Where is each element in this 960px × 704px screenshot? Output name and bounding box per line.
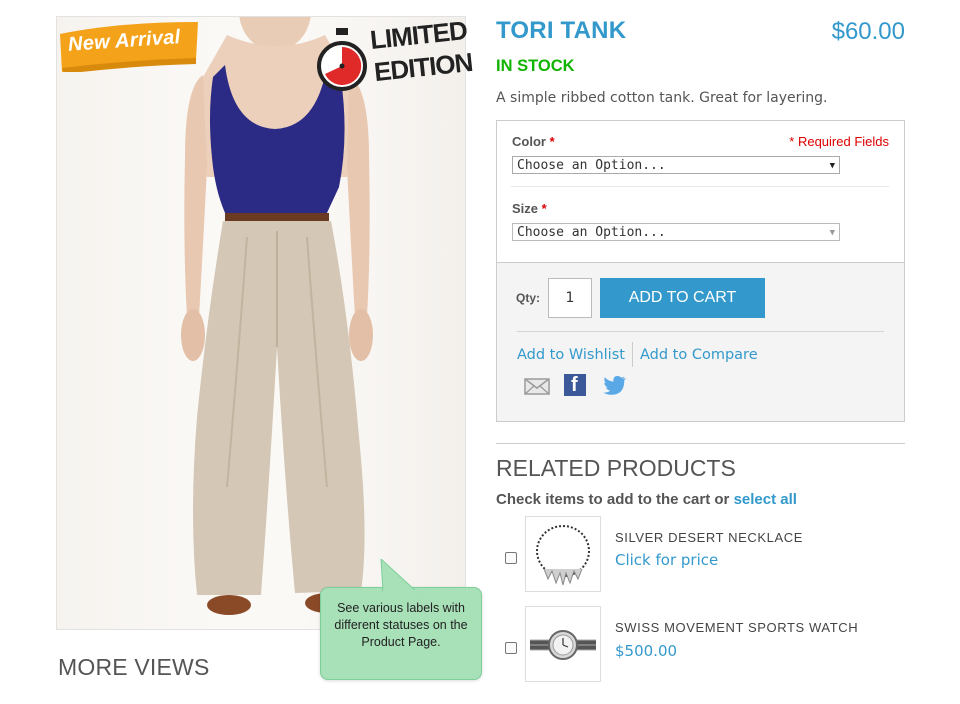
color-select-value: Choose an Option...: [517, 158, 666, 173]
related-item-name[interactable]: SWISS MOVEMENT SPORTS WATCH: [615, 620, 858, 635]
product-title: TORI TANK: [496, 17, 627, 44]
select-all-link[interactable]: select all: [734, 491, 797, 508]
color-label: Color *: [512, 134, 555, 149]
related-item-checkbox[interactable]: [505, 552, 517, 564]
cart-divider: [517, 331, 884, 332]
model-photo: [181, 17, 373, 615]
product-price: $60.00: [831, 18, 905, 45]
related-subtitle-text: Check items to add to the cart or: [496, 491, 730, 508]
chevron-down-icon: ▼: [829, 161, 835, 171]
facebook-icon[interactable]: f: [564, 374, 586, 396]
watch-image: [530, 630, 596, 660]
qty-label: Qty:: [516, 291, 540, 305]
add-to-compare-link[interactable]: Add to Compare: [640, 347, 758, 363]
stock-status: IN STOCK: [496, 57, 575, 75]
chevron-down-icon: ▼: [829, 228, 835, 238]
related-item-name[interactable]: SILVER DESERT NECKLACE: [615, 530, 803, 545]
size-select[interactable]: Choose an Option... ▼: [512, 223, 840, 241]
more-views-title: MORE VIEWS: [58, 654, 210, 680]
stopwatch-icon: [317, 28, 367, 91]
add-to-cart-button[interactable]: ADD TO CART: [600, 278, 765, 318]
required-fields-note: * Required Fields: [789, 134, 889, 149]
email-icon[interactable]: [524, 376, 550, 400]
size-select-value: Choose an Option...: [517, 225, 666, 240]
add-to-wishlist-link[interactable]: Add to Wishlist: [517, 347, 625, 363]
related-item-thumbnail[interactable]: [525, 516, 601, 592]
related-products-title: RELATED PRODUCTS: [496, 455, 736, 481]
color-required-star: *: [549, 134, 555, 149]
related-item-price[interactable]: Click for price: [615, 551, 718, 569]
limited-edition-badge: LIMITED EDITION: [316, 15, 474, 98]
options-divider: [511, 186, 889, 187]
size-label-text: Size: [512, 201, 539, 216]
twitter-icon[interactable]: [603, 374, 627, 400]
product-description: A simple ribbed cotton tank. Great for l…: [496, 90, 828, 106]
new-arrival-badge: New Arrival: [58, 20, 201, 72]
info-callout: See various labels with different status…: [320, 559, 482, 680]
product-image[interactable]: [56, 16, 466, 630]
color-label-text: Color: [512, 134, 546, 149]
callout-text: See various labels with different status…: [334, 601, 468, 649]
related-item-checkbox[interactable]: [505, 642, 517, 654]
size-label: Size *: [512, 201, 547, 216]
qty-input[interactable]: 1: [548, 278, 592, 318]
color-select[interactable]: Choose an Option... ▼: [512, 156, 840, 174]
related-divider: [496, 443, 905, 444]
related-item-thumbnail[interactable]: [525, 606, 601, 682]
necklace-image: [536, 525, 590, 586]
size-required-star: *: [541, 201, 547, 216]
related-subtitle: Check items to add to the cart or select…: [496, 491, 797, 508]
related-item-price: $500.00: [615, 642, 678, 660]
link-divider: [632, 342, 633, 367]
